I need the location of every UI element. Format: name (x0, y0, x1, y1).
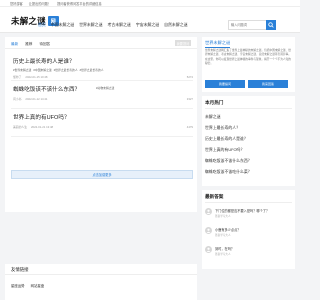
divider (205, 202, 292, 203)
question-author[interactable]: 懂你了 (13, 75, 21, 79)
answer-question[interactable]: 小鹿有多少点点？ (215, 227, 241, 232)
link-row: 星座运势 网站星盘 (11, 283, 44, 288)
topbar-item: 让提出的问题！ (28, 1, 52, 6)
search-icon (268, 21, 274, 28)
question-date: 2022-01-21 13:48 (31, 125, 54, 129)
load-more-button[interactable]: 点击加载更多 (11, 170, 193, 179)
question-view-count: 3327 (186, 97, 193, 101)
divider (205, 108, 292, 109)
user-icon (206, 247, 211, 252)
ask-question-button[interactable]: 我要提问 (175, 40, 191, 46)
nav-item-universe[interactable]: 宇宙未解之谜 (136, 22, 159, 28)
question-item[interactable]: 蜘蛛吃饭该不该什么东西？ #动物未解之谜 问小书 2022-01-12 14:4… (11, 85, 193, 109)
question-author[interactable]: 美丽的人生 (13, 125, 27, 129)
user-icon (206, 209, 211, 214)
avatar (205, 227, 212, 234)
intro-text: 世界未解之谜网汇集了世界上最神秘的未解之谜，包括中国未解之谜、世界未解之谜、考古… (205, 49, 291, 66)
question-title[interactable]: 世界上真的有UFO吗？ (13, 113, 70, 121)
intro-title: 世界未解之谜 (205, 40, 231, 48)
hot-item[interactable]: 蜘蛛吃饭该不该什么东西？ (205, 158, 292, 169)
topbar-item: 您好游客 (10, 1, 23, 6)
answer-question[interactable]: 下门位的都是应不要入是吗？哪个了？ (215, 208, 269, 213)
answer-meta: 答案学习大人 (215, 215, 231, 218)
section-title: 本月热门 (205, 100, 224, 105)
nav-item-world[interactable]: 世界未解之谜 (79, 22, 102, 28)
hot-item[interactable]: 世界上真的有UFO吗？ (205, 147, 292, 158)
nav-item-archaeology[interactable]: 考古未解之谜 (107, 22, 130, 28)
question-tag[interactable]: #动物未解之谜 (96, 86, 114, 90)
question-panel: 最新 推荐 待回答 我要提问 历史上最长寿的人是谁？ #世界未解之谜 #中国未解… (5, 37, 197, 212)
friend-link[interactable]: 网站星盘 (31, 283, 45, 288)
answer-item[interactable]: 小鹿有多少点点？ 答案学习大人 (205, 227, 292, 246)
nav-item-nature[interactable]: 自然未解之谜 (164, 22, 187, 28)
search-button[interactable] (266, 19, 276, 30)
avatar (205, 246, 212, 253)
question-tag[interactable]: #世界未解之谜 (13, 68, 31, 72)
question-view-count: 4479 (186, 125, 193, 129)
main-nav: 首页 中国未解之谜 世界未解之谜 考古未解之谜 宇宙未解之谜 自然未解之谜 (38, 22, 188, 28)
site-header: 未解之谜 网 首页 中国未解之谜 世界未解之谜 考古未解之谜 宇宙未解之谜 自然… (0, 7, 300, 33)
question-meta: 问小书 2022-01-12 14:41 (13, 97, 48, 101)
latest-answers: 最新答案 下门位的都是应不要入是吗？哪个了？ 答案学习大人 小鹿有多少点点？ 答… (202, 190, 295, 269)
question-author[interactable]: 问小书 (13, 97, 21, 101)
nav-item-china[interactable]: 中国未解之谜 (51, 22, 74, 28)
question-tag[interactable]: #世界之最长寿的人 (80, 68, 104, 72)
question-date: 2022-01-12 14:41 (25, 97, 48, 101)
section-title: 最新答案 (205, 194, 224, 199)
sidebar-ask-button[interactable]: 我要提问 (205, 80, 245, 88)
divider (5, 274, 197, 275)
hot-this-month: 本月热门 未解之谜 世界上最长寿的人？ 历史上最长寿的人是谁？ 世界上真的有UF… (202, 96, 295, 186)
avatar (205, 208, 212, 215)
question-item[interactable]: 历史上最长寿的人是谁？ #世界未解之谜 #中国未解之谜 #世界之最长寿的人 #世… (11, 57, 193, 81)
user-icon (206, 228, 211, 233)
search-input[interactable] (229, 21, 265, 29)
friend-links: 友情链接 星座运势 网站星盘 (5, 264, 197, 300)
topbar-item: 提问者获得问答平台的详细信息 (57, 1, 102, 6)
answer-item[interactable]: 下门位的都是应不要入是吗？哪个了？ 答案学习大人 (205, 208, 292, 227)
question-title[interactable]: 蜘蛛吃饭该不该什么东西？ (13, 85, 80, 93)
sidebar-buttons: 我要提问 我来回答 (205, 80, 288, 88)
hot-item[interactable]: 世界上最长寿的人？ (205, 125, 292, 136)
question-tags: #动物未解之谜 (96, 86, 114, 90)
question-meta: 懂你了 2022-01-15 10:48 (13, 75, 48, 79)
question-tags: #世界未解之谜 #中国未解之谜 #世界之最长寿的人 #世界之最长寿的人 (13, 68, 104, 72)
question-meta: 美丽的人生 2022-01-21 13:48 (13, 125, 53, 129)
top-bar: 您好游客 让提出的问题！ 提问者获得问答平台的详细信息 (0, 0, 300, 7)
question-title[interactable]: 历史上最长寿的人是谁？ (13, 57, 75, 65)
question-list: 历史上最长寿的人是谁？ #世界未解之谜 #中国未解之谜 #世界之最长寿的人 #世… (11, 57, 193, 141)
question-item[interactable]: 世界上真的有UFO吗？ 美丽的人生 2022-01-21 13:48 4479 (11, 113, 193, 137)
hot-item[interactable]: 蜘蛛吃饭该不该吃什么菜？ (205, 169, 292, 180)
answer-item[interactable]: 到时，在吗？ 答案学习大人 (205, 246, 292, 265)
question-tag[interactable]: #中国未解之谜 (33, 68, 51, 72)
answer-meta: 答案学习大人 (215, 234, 231, 237)
friend-link[interactable]: 星座运势 (11, 283, 25, 288)
answer-list: 下门位的都是应不要入是吗？哪个了？ 答案学习大人 小鹿有多少点点？ 答案学习大人 (205, 208, 292, 265)
nav-item-home[interactable]: 首页 (38, 22, 46, 28)
sidebar-answer-button[interactable]: 我来回答 (248, 80, 288, 88)
question-date: 2022-01-15 10:48 (25, 75, 48, 79)
divider (5, 48, 197, 49)
search-box (228, 19, 276, 30)
answer-question[interactable]: 到时，在吗？ (215, 246, 234, 251)
section-title: 友情链接 (11, 267, 29, 272)
hot-item[interactable]: 历史上最长寿的人是谁？ (205, 136, 292, 147)
site-intro: 世界未解之谜 世界未解之谜网汇集了世界上最神秘的未解之谜，包括中国未解之谜、世界… (202, 37, 295, 92)
question-view-count: 5274 (186, 75, 193, 79)
hot-list: 未解之谜 世界上最长寿的人？ 历史上最长寿的人是谁？ 世界上真的有UFO吗？ 蜘… (205, 114, 292, 180)
sidebar: 世界未解之谜 世界未解之谜网汇集了世界上最神秘的未解之谜，包括中国未解之谜、世界… (202, 37, 295, 269)
answer-meta: 答案学习大人 (215, 253, 231, 256)
hot-item[interactable]: 未解之谜 (205, 114, 292, 125)
question-tag[interactable]: #世界之最长寿的人 (54, 68, 78, 72)
